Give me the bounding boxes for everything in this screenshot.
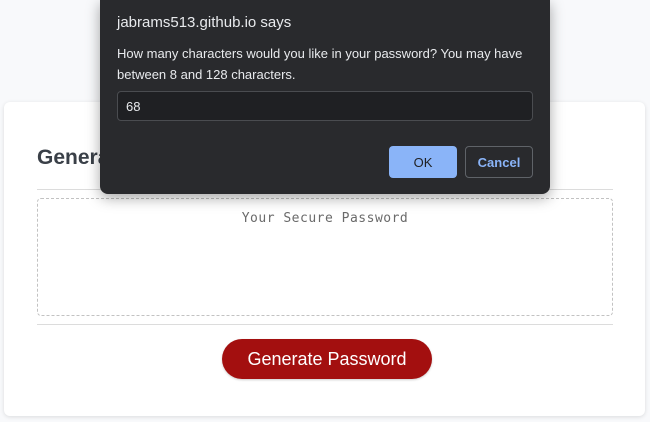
dialog-message: How many characters would you like in yo…	[117, 46, 523, 82]
cancel-button[interactable]: Cancel	[465, 146, 533, 178]
ok-button[interactable]: OK	[389, 146, 457, 178]
footer-divider	[37, 324, 613, 325]
dialog-origin: jabrams513.github.io says	[117, 14, 292, 31]
password-length-input[interactable]	[117, 91, 533, 121]
password-output[interactable]	[37, 198, 613, 316]
prompt-dialog: jabrams513.github.io says How many chara…	[100, 0, 550, 194]
generate-password-button[interactable]: Generate Password	[222, 339, 432, 379]
